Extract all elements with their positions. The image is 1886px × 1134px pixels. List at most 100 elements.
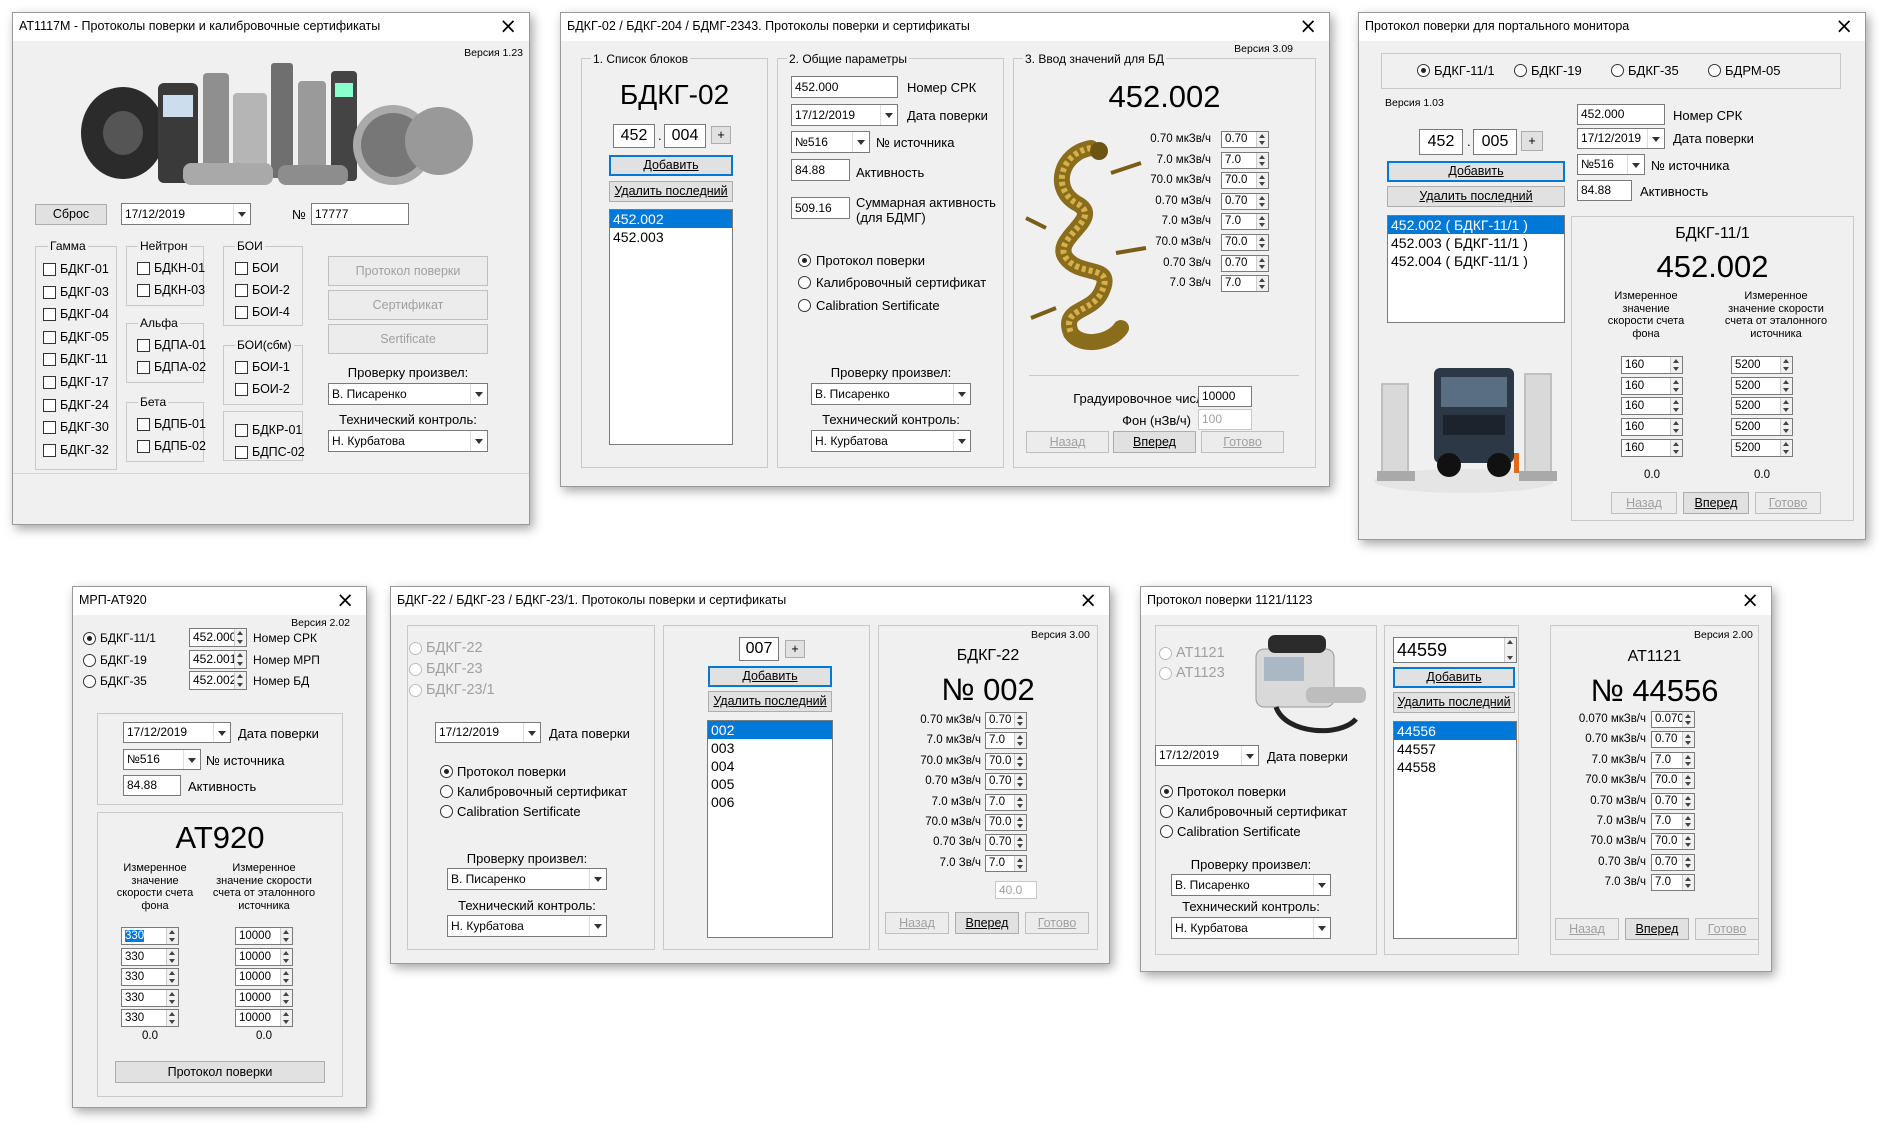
checkbox-w1.gamma.items-7[interactable] (43, 421, 56, 435)
list-item[interactable]: 452.002 (610, 210, 732, 228)
close-icon[interactable]: × (1299, 13, 1317, 39)
calendar-dropdown-icon[interactable] (1241, 746, 1258, 765)
value-input[interactable]: 70.0 (1221, 172, 1269, 190)
radio-protocol[interactable] (798, 254, 811, 267)
checkbox-w1.beta.items-0[interactable] (137, 418, 150, 431)
spinner-icon[interactable] (280, 948, 292, 965)
protocol-button[interactable]: Протокол поверки (115, 1061, 325, 1083)
value-input[interactable]: 0.070 (1651, 711, 1695, 728)
value-input[interactable]: 7.0 (985, 793, 1027, 811)
date-picker[interactable]: 17/12/2019 (121, 203, 251, 225)
checkbox-w1.neutron.items-1[interactable] (137, 284, 150, 297)
checkbox-w1.alpha.items-1[interactable] (137, 361, 150, 374)
spinner-icon[interactable] (1780, 439, 1792, 456)
chevron-down-icon[interactable] (953, 431, 970, 451)
checkbox-w1.gamma.items-3[interactable] (43, 330, 56, 344)
checkbox-w1.boisbm.items-1[interactable] (235, 383, 248, 396)
checkbox-w1.gamma.items-2[interactable] (43, 308, 56, 322)
spinner-icon[interactable] (166, 928, 178, 944)
spinner-icon[interactable] (1682, 752, 1694, 768)
reset-button[interactable]: Сброс (35, 204, 107, 225)
measure-input[interactable]: 5200 (1731, 376, 1793, 395)
blocks-list[interactable]: 44556 44557 44558 (1393, 721, 1517, 939)
spinner-icon[interactable] (1014, 794, 1026, 810)
source-select[interactable]: №516 (1577, 154, 1645, 175)
spinner-icon[interactable] (1014, 815, 1026, 830)
spinner-icon[interactable] (1670, 419, 1682, 436)
value-input[interactable]: 0.70 (1221, 254, 1269, 272)
spinner-icon[interactable] (1670, 439, 1682, 456)
tech-select[interactable]: Н. Курбатова (1171, 917, 1331, 939)
srk-field[interactable]: 452.000 (791, 76, 898, 98)
close-icon[interactable]: × (336, 587, 354, 613)
measure-input[interactable]: 5200 (1731, 438, 1793, 457)
value-input[interactable]: 7.0 (1221, 151, 1269, 169)
delete-last-button[interactable]: Удалить последний (708, 691, 832, 712)
blocks-list[interactable]: 002 003 004 005 006 (707, 720, 833, 938)
measure-input[interactable]: 10000 (235, 988, 293, 1007)
performed-select[interactable]: В. Писаренко (328, 383, 488, 405)
block-number[interactable]: 44559 (1393, 637, 1517, 663)
spinner-icon[interactable] (1256, 152, 1268, 168)
checkbox-w1.gamma.items-5[interactable] (43, 376, 56, 389)
radio-device-0[interactable] (83, 632, 96, 645)
list-item[interactable]: 452.004 ( БДКГ-11/1 ) (1388, 252, 1564, 270)
close-icon[interactable]: × (1079, 587, 1097, 613)
value-input[interactable]: 7.0 (985, 854, 1027, 872)
measure-input[interactable]: 330 (121, 968, 179, 987)
spinner-icon[interactable] (280, 969, 292, 986)
calendar-dropdown-icon[interactable] (233, 204, 250, 224)
increment-button[interactable]: + (1521, 131, 1543, 151)
checkbox-w1.gamma.items-1[interactable] (43, 285, 56, 299)
measure-input[interactable]: 330 (121, 988, 179, 1007)
radio-device-2[interactable] (409, 684, 422, 697)
spinner-icon[interactable] (1256, 255, 1268, 271)
srk-field[interactable]: 452.000 (1577, 104, 1665, 125)
checkbox-w1.gamma.items-0[interactable] (43, 263, 56, 276)
spinner-icon[interactable] (166, 948, 178, 965)
checkbox-w1.gamma.items-4[interactable] (43, 353, 56, 367)
spinner-icon[interactable] (166, 969, 178, 986)
radio-device-1[interactable] (1159, 667, 1172, 680)
spinner-icon[interactable] (1670, 398, 1682, 415)
close-icon[interactable]: × (499, 13, 517, 39)
spinner-icon[interactable] (166, 989, 178, 1006)
chevron-down-icon[interactable] (1313, 918, 1330, 938)
chevron-down-icon[interactable] (589, 916, 606, 936)
list-item[interactable]: 006 (708, 793, 832, 811)
extra-value-field[interactable]: 40.0 (995, 881, 1037, 899)
list-item[interactable]: 44558 (1394, 758, 1516, 776)
forward-button[interactable]: Вперед (955, 912, 1019, 934)
date-picker[interactable]: 17/12/2019 (123, 722, 231, 743)
back-button[interactable]: Назад (1026, 431, 1109, 453)
calendar-dropdown-icon[interactable] (1647, 129, 1664, 148)
close-icon[interactable]: × (1835, 13, 1853, 39)
spinner-icon[interactable] (1682, 834, 1694, 850)
calendar-dropdown-icon[interactable] (880, 105, 897, 125)
background-field[interactable]: 100 (1198, 409, 1252, 430)
blocks-list[interactable]: 452.002 ( БДКГ-11/1 ) 452.003 ( БДКГ-11/1… (1387, 215, 1565, 323)
measure-input[interactable]: 160 (1621, 418, 1683, 437)
radio-calibration-ru[interactable] (440, 785, 453, 798)
value-input[interactable]: 7.0 (985, 732, 1027, 750)
spinner-icon[interactable] (1014, 733, 1026, 749)
spinner-icon[interactable] (1014, 835, 1026, 851)
radio-calibration-ru[interactable] (798, 276, 811, 289)
number-field[interactable]: 17777 (311, 203, 409, 225)
measure-input[interactable]: 10000 (235, 927, 293, 945)
measure-input[interactable]: 330 (121, 947, 179, 966)
delete-last-button[interactable]: Удалить последний (1387, 186, 1565, 207)
chevron-down-icon[interactable] (589, 869, 606, 889)
done-button[interactable]: Готово (1025, 912, 1089, 934)
spinner-icon[interactable] (1682, 854, 1694, 870)
list-item[interactable]: 002 (708, 721, 832, 739)
source-select[interactable]: №516 (791, 131, 870, 153)
spinner-icon[interactable] (1670, 357, 1682, 373)
checkbox-w1.boisbm.items-0[interactable] (235, 361, 248, 374)
measure-input[interactable]: 10000 (235, 947, 293, 966)
block-number-2[interactable]: 005 (1473, 129, 1517, 155)
done-button[interactable]: Готово (1755, 492, 1821, 514)
spinner-icon[interactable] (1256, 214, 1268, 230)
calendar-dropdown-icon[interactable] (213, 723, 230, 742)
checkbox-w1.neutron.items-0[interactable] (137, 262, 150, 275)
